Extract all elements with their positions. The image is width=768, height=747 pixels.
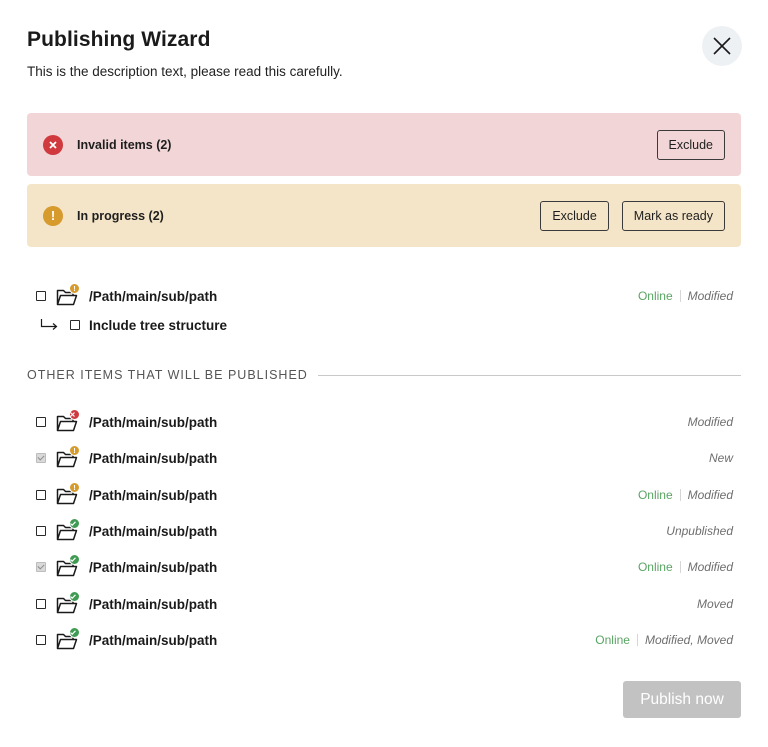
status-divider [679, 561, 681, 573]
exclude-invalid-button[interactable]: Exclude [656, 129, 725, 160]
item-status: Online Modified, Moved [595, 633, 733, 647]
primary-item-checkbox[interactable] [36, 291, 46, 301]
warning-badge-icon: ! [69, 445, 80, 456]
item-path: /Path/main/sub/path [89, 559, 218, 575]
item-status: Online Modified [638, 560, 733, 574]
dialog-description: This is the description text, please rea… [27, 64, 343, 79]
close-button[interactable] [702, 26, 742, 66]
check-badge-icon [69, 591, 80, 602]
status-divider [636, 634, 638, 646]
online-status: Online [637, 488, 673, 502]
other-items-section-header: OTHER ITEMS THAT WILL BE PUBLISHED [27, 368, 741, 382]
dialog-title: Publishing Wizard [27, 28, 211, 51]
item-checkbox[interactable] [36, 417, 46, 427]
item-status: Unpublished [666, 524, 733, 538]
primary-item-row: ! /Path/main/sub/path Online Modified [36, 283, 733, 307]
warning-badge-icon: ! [69, 283, 80, 294]
check-badge-icon [69, 518, 80, 529]
item-path: /Path/main/sub/path [89, 487, 218, 503]
invalid-items-banner: Invalid items (2) Exclude [27, 113, 741, 176]
exclude-in-progress-button[interactable]: Exclude [540, 200, 609, 231]
list-item: /Path/main/sub/path Online Modified [36, 554, 733, 578]
item-status: Online Modified [638, 488, 733, 502]
error-badge-icon [69, 409, 80, 420]
list-item: /Path/main/sub/path Moved [36, 591, 733, 615]
include-tree-checkbox[interactable] [70, 320, 80, 330]
folder-icon [56, 518, 80, 541]
item-status: New [709, 451, 733, 465]
modification-status: Modified [687, 415, 733, 429]
error-x-icon [43, 134, 63, 155]
modification-status: Modified [687, 488, 733, 502]
folder-icon: ! [56, 445, 80, 468]
include-tree-row: Include tree structure [40, 314, 227, 336]
folder-icon: ! [56, 283, 80, 306]
item-checkbox[interactable] [36, 453, 46, 463]
include-tree-label: Include tree structure [89, 317, 228, 333]
warning-badge-icon: ! [69, 482, 80, 493]
section-divider [317, 374, 741, 376]
item-checkbox[interactable] [36, 635, 46, 645]
warning-exclamation-icon: ! [43, 205, 63, 226]
item-path: /Path/main/sub/path [89, 288, 218, 304]
publish-now-button[interactable]: Publish now [623, 681, 741, 718]
item-path: /Path/main/sub/path [89, 450, 218, 466]
list-item: /Path/main/sub/path Online Modified, Moved [36, 627, 733, 651]
status-divider [679, 290, 681, 302]
online-status: Online [637, 560, 673, 574]
list-item: ! /Path/main/sub/path New [36, 445, 733, 469]
item-path: /Path/main/sub/path [89, 632, 218, 648]
item-checkbox[interactable] [36, 562, 46, 572]
section-title: OTHER ITEMS THAT WILL BE PUBLISHED [27, 368, 308, 382]
modification-status: New [708, 451, 733, 465]
list-item: /Path/main/sub/path Unpublished [36, 518, 733, 542]
item-status: Online Modified [638, 289, 733, 303]
folder-icon [56, 409, 80, 432]
item-checkbox[interactable] [36, 599, 46, 609]
close-icon [713, 37, 731, 55]
item-path: /Path/main/sub/path [89, 596, 218, 612]
mark-as-ready-button[interactable]: Mark as ready [621, 200, 725, 231]
in-progress-banner: ! In progress (2) Exclude Mark as ready [27, 184, 741, 247]
invalid-items-label: Invalid items (2) [77, 137, 172, 152]
folder-icon [56, 554, 80, 577]
list-item: /Path/main/sub/path Modified [36, 409, 733, 433]
folder-icon: ! [56, 482, 80, 505]
tree-arrow-icon [40, 319, 58, 330]
item-path: /Path/main/sub/path [89, 523, 218, 539]
status-divider [679, 489, 681, 501]
item-status: Modified [688, 415, 733, 429]
modification-status: Moved [696, 597, 733, 611]
check-badge-icon [69, 554, 80, 565]
item-checkbox[interactable] [36, 526, 46, 536]
online-status: Online [637, 289, 673, 303]
check-badge-icon [69, 627, 80, 638]
item-checkbox[interactable] [36, 490, 46, 500]
modification-status: Modified, Moved [644, 633, 733, 647]
in-progress-label: In progress (2) [77, 208, 164, 223]
list-item: ! /Path/main/sub/path Online Modified [36, 482, 733, 506]
folder-icon [56, 627, 80, 650]
item-path: /Path/main/sub/path [89, 414, 218, 430]
modification-status: Modified [687, 560, 733, 574]
online-status: Online [595, 633, 630, 647]
item-status: Moved [697, 597, 733, 611]
modification-status: Modified [687, 289, 733, 303]
modification-status: Unpublished [666, 524, 733, 538]
folder-icon [56, 591, 80, 614]
